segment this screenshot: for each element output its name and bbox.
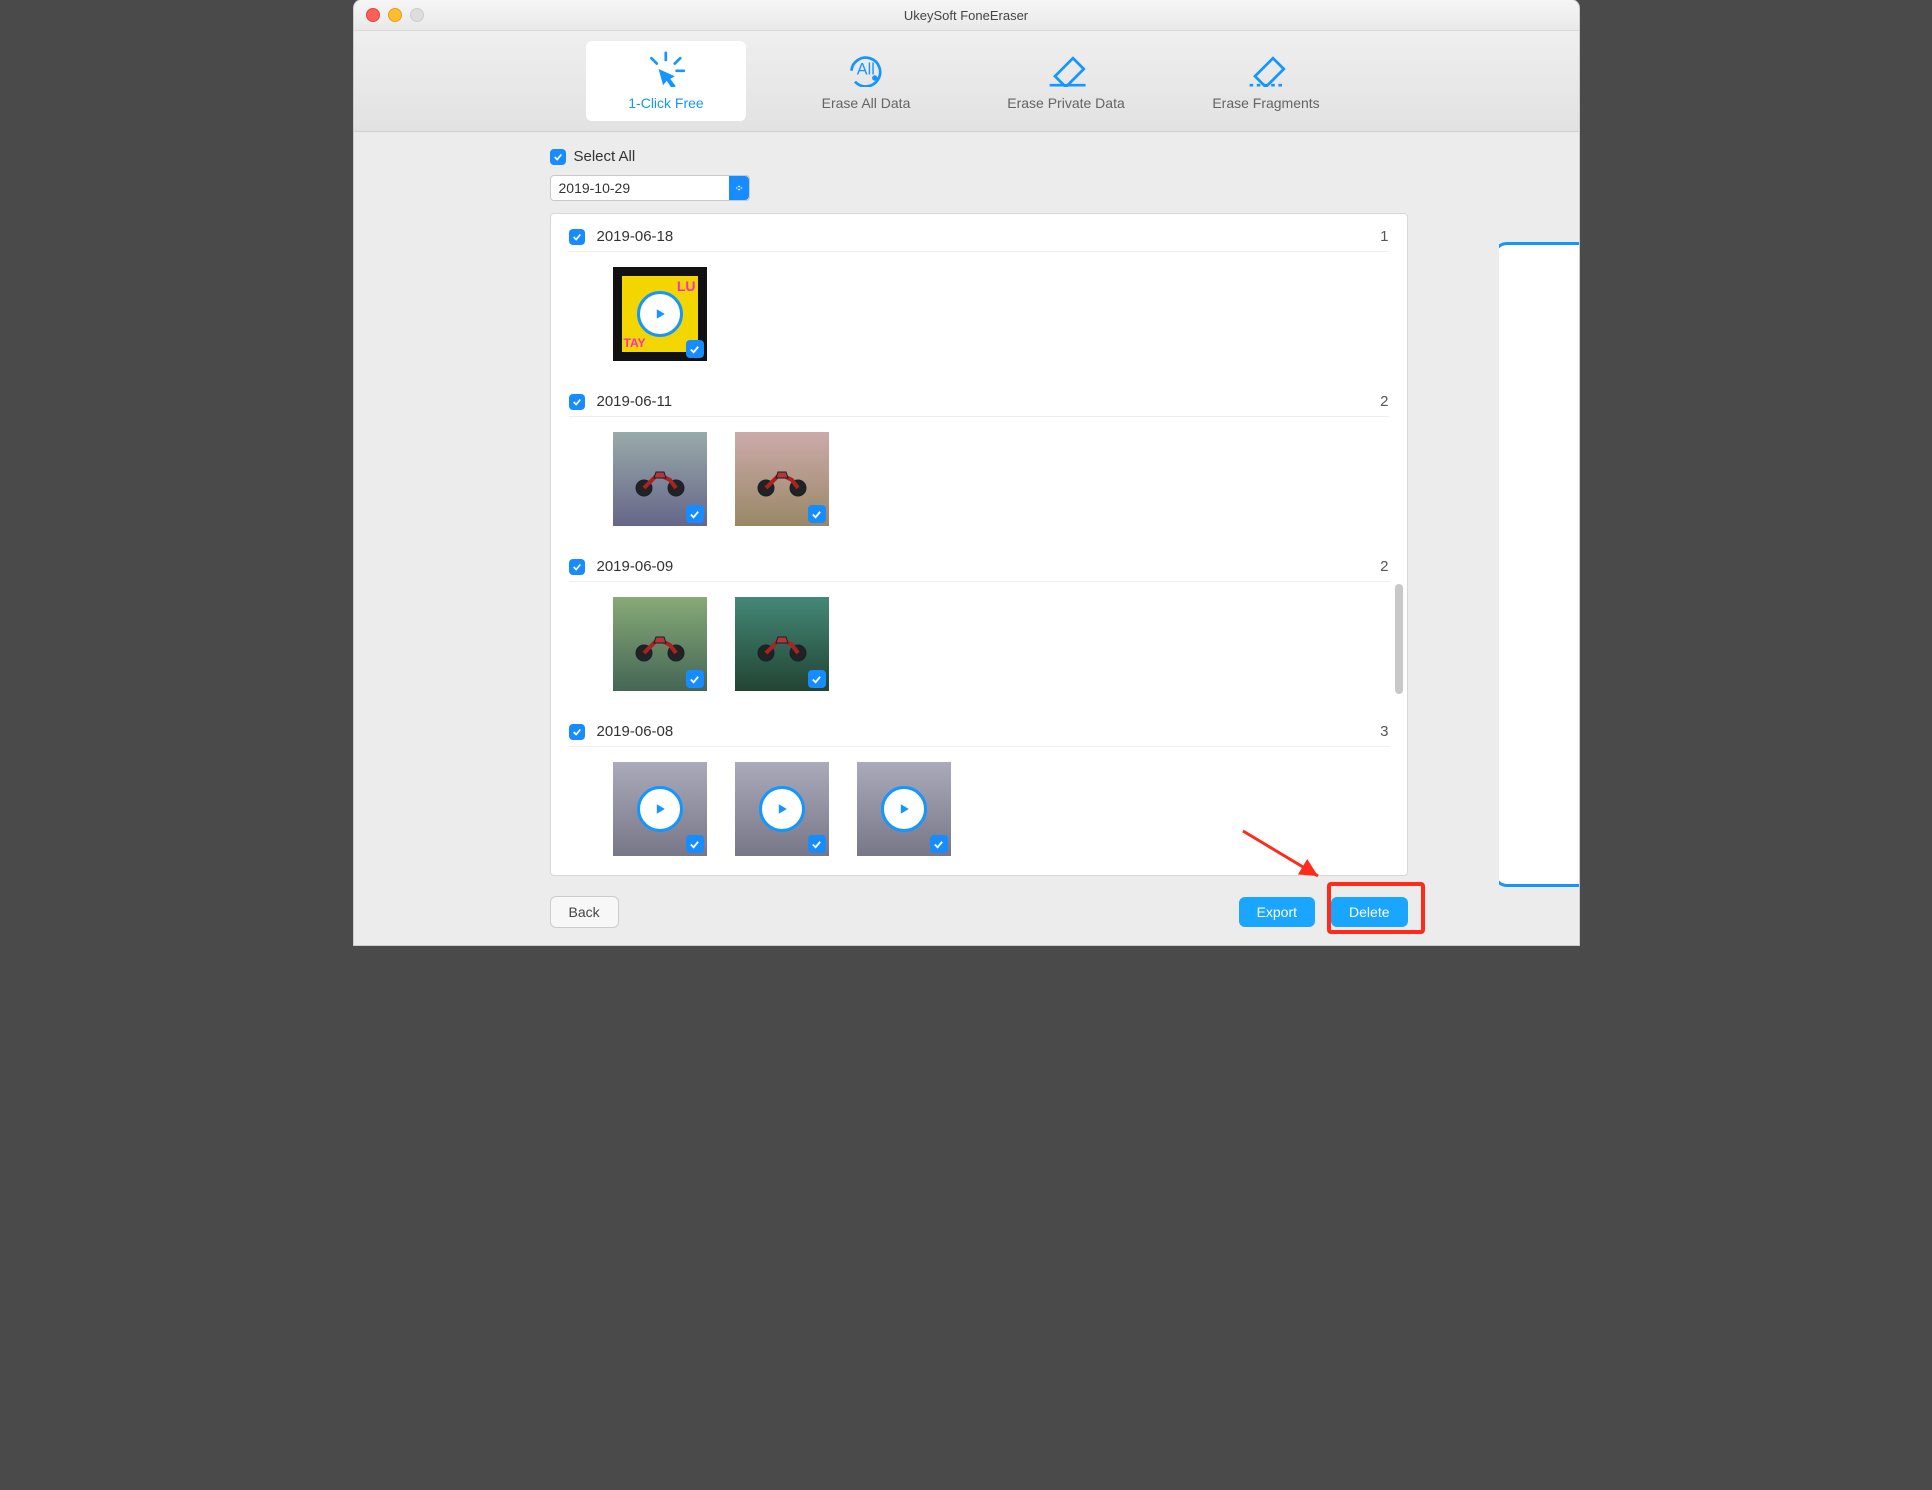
thumbnail-row: LUTAY (569, 252, 1389, 371)
photo-thumbnail[interactable] (735, 597, 829, 691)
photo-group: 2019-06-09 2 (569, 552, 1389, 701)
button-label: Delete (1349, 904, 1389, 920)
tab-erase-fragments[interactable]: Erase Fragments (1186, 41, 1346, 121)
dropdown-arrow-icon (729, 176, 749, 200)
checkbox-checked-icon (569, 229, 585, 245)
tab-label: 1-Click Free (628, 95, 703, 111)
video-thumbnail[interactable] (857, 762, 951, 856)
play-icon (759, 786, 805, 832)
group-header[interactable]: 2019-06-11 2 (569, 387, 1389, 417)
main-panel: Select All 2019-10-29 2019-06-181LUTAY20… (459, 132, 1499, 945)
checkbox-checked-icon (569, 394, 585, 410)
play-icon (637, 291, 683, 337)
group-count: 1 (1380, 228, 1388, 245)
controls-bar: Select All 2019-10-29 (460, 133, 1498, 211)
button-label: Export (1257, 904, 1297, 920)
group-header[interactable]: 2019-06-08 3 (569, 717, 1389, 747)
checkbox-checked-icon (686, 835, 704, 853)
photo-thumbnail[interactable] (735, 432, 829, 526)
photo-list: 2019-06-181LUTAY2019-06-1122019-06-09220… (550, 213, 1408, 876)
group-date: 2019-06-08 (597, 723, 674, 740)
list-scroll-area[interactable]: 2019-06-181LUTAY2019-06-1122019-06-09220… (569, 222, 1389, 867)
checkbox-checked-icon (569, 724, 585, 740)
date-value: 2019-10-29 (559, 180, 631, 196)
video-thumbnail[interactable]: LUTAY (613, 267, 707, 361)
tab-label: Erase All Data (822, 95, 911, 111)
group-header[interactable]: 2019-06-09 2 (569, 552, 1389, 582)
tab-erase-all-data[interactable]: All Erase All Data (786, 41, 946, 121)
tab-label: Erase Private Data (1007, 95, 1125, 111)
checkbox-checked-icon (686, 670, 704, 688)
group-date: 2019-06-18 (597, 228, 674, 245)
background-card (1493, 242, 1579, 887)
erase-all-icon: All (837, 51, 895, 87)
tab-label: Erase Fragments (1212, 95, 1319, 111)
window-title: UkeySoft FoneEraser (354, 8, 1579, 23)
group-count: 2 (1380, 393, 1388, 410)
footer: Back Export Delete (550, 896, 1408, 928)
app-window: UkeySoft FoneEraser 1-Click Free All (354, 0, 1579, 945)
group-count: 2 (1380, 558, 1388, 575)
photo-group: 2019-06-18 1 LUTAY (569, 222, 1389, 371)
video-thumbnail[interactable] (613, 762, 707, 856)
group-date: 2019-06-11 (597, 393, 673, 410)
checkbox-checked-icon (550, 149, 566, 165)
select-all-label: Select All (574, 148, 636, 165)
group-date: 2019-06-09 (597, 558, 674, 575)
svg-text:All: All (857, 60, 875, 78)
play-icon (881, 786, 927, 832)
scrollbar-thumb[interactable] (1395, 584, 1403, 694)
photo-group: 2019-06-08 3 (569, 717, 1389, 866)
photo-thumbnail[interactable] (613, 432, 707, 526)
photo-thumbnail[interactable] (613, 597, 707, 691)
checkbox-checked-icon (808, 835, 826, 853)
body: Select All 2019-10-29 2019-06-181LUTAY20… (354, 132, 1579, 945)
checkbox-checked-icon (686, 505, 704, 523)
checkbox-checked-icon (686, 340, 704, 358)
thumbnail-row (569, 582, 1389, 701)
export-button[interactable]: Export (1239, 897, 1315, 927)
button-label: Back (569, 904, 600, 920)
photo-group: 2019-06-11 2 (569, 387, 1389, 536)
toolbar: 1-Click Free All Erase All Data Erase Pr… (354, 31, 1579, 132)
play-icon (637, 786, 683, 832)
group-count: 3 (1380, 723, 1388, 740)
titlebar: UkeySoft FoneEraser (354, 0, 1579, 31)
eraser-fragments-icon (1237, 51, 1295, 87)
delete-button[interactable]: Delete (1331, 897, 1407, 927)
group-header[interactable]: 2019-06-18 1 (569, 222, 1389, 252)
checkbox-checked-icon (569, 559, 585, 575)
eraser-icon (1037, 51, 1095, 87)
video-thumbnail[interactable] (735, 762, 829, 856)
thumbnail-row (569, 417, 1389, 536)
checkbox-checked-icon (930, 835, 948, 853)
tab-1-click-free[interactable]: 1-Click Free (586, 41, 746, 121)
checkbox-checked-icon (808, 505, 826, 523)
thumbnail-row (569, 747, 1389, 866)
date-dropdown[interactable]: 2019-10-29 (550, 175, 750, 201)
select-all-checkbox[interactable]: Select All (550, 148, 1408, 165)
tab-erase-private-data[interactable]: Erase Private Data (986, 41, 1146, 121)
cursor-click-icon (637, 51, 695, 87)
checkbox-checked-icon (808, 670, 826, 688)
back-button[interactable]: Back (550, 896, 619, 928)
